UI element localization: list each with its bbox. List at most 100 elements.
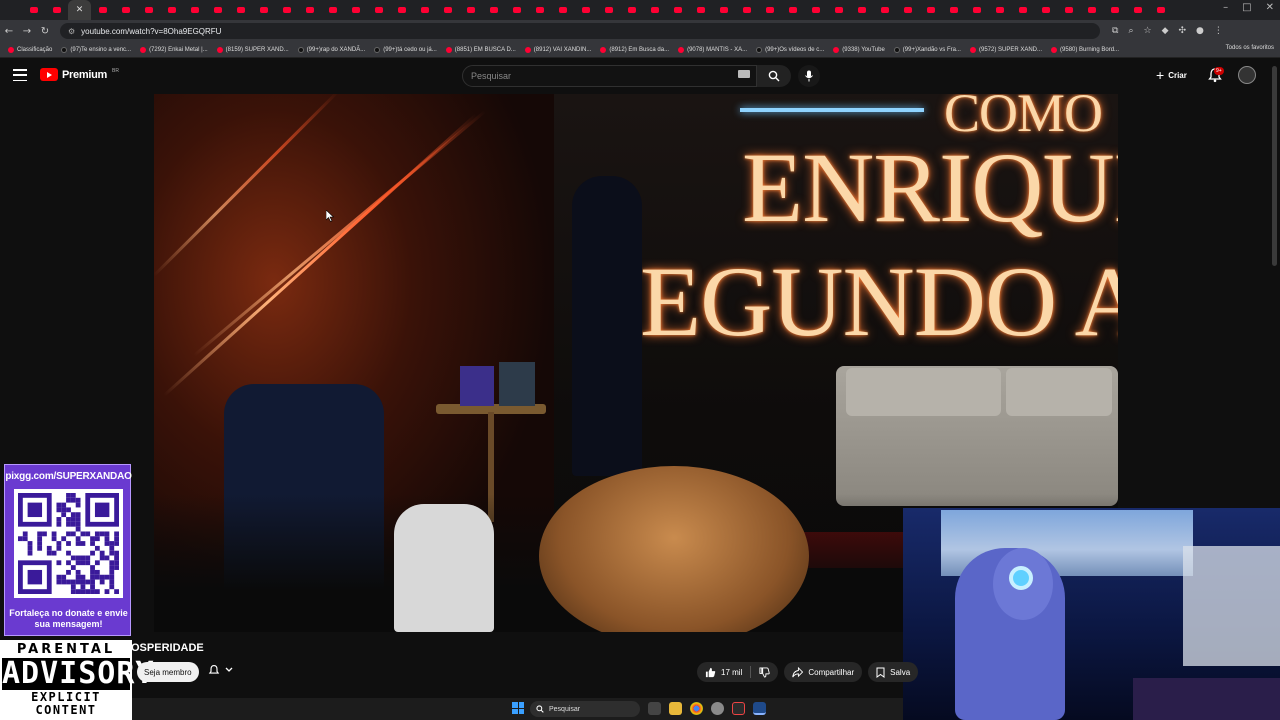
browser-tab[interactable]	[114, 0, 137, 20]
join-member-button[interactable]: Seja membro	[137, 662, 199, 682]
bookmark-item[interactable]: (99+)rap do XANDÃ...	[297, 46, 365, 53]
save-button[interactable]: Salva	[868, 662, 919, 682]
share-button[interactable]: Compartilhar	[784, 662, 863, 682]
browser-tab[interactable]	[528, 0, 551, 20]
browser-tab[interactable]	[620, 0, 643, 20]
browser-tab[interactable]	[919, 0, 942, 20]
minimize-icon[interactable]: –	[1223, 2, 1228, 13]
youtube-logo[interactable]: Premium BR	[40, 68, 119, 81]
bookmark-item[interactable]: (99+)Os vídeos de c...	[756, 46, 824, 53]
bookmark-item[interactable]: (9078) MANTIS - XA...	[678, 46, 747, 53]
browser-tab[interactable]	[298, 0, 321, 20]
bookmark-item[interactable]: (9338) YouTube	[833, 46, 885, 53]
browser-tab[interactable]	[229, 0, 252, 20]
browser-tab[interactable]	[758, 0, 781, 20]
voice-search-button[interactable]	[798, 65, 820, 87]
browser-tab[interactable]	[344, 0, 367, 20]
windows-start-icon[interactable]	[512, 702, 524, 714]
browser-tab[interactable]	[666, 0, 689, 20]
browser-tab[interactable]	[459, 0, 482, 20]
browser-tab[interactable]	[413, 0, 436, 20]
keyboard-icon[interactable]	[738, 70, 750, 78]
bookmark-item[interactable]: (7292) Enkai Metal |...	[140, 46, 208, 53]
extensions-puzzle-icon[interactable]: ✣	[1178, 26, 1186, 36]
browser-tab[interactable]	[436, 0, 459, 20]
browser-tab[interactable]	[735, 0, 758, 20]
browser-tab[interactable]	[1080, 0, 1103, 20]
browser-tab[interactable]	[91, 0, 114, 20]
obs-icon[interactable]	[732, 702, 745, 715]
close-tab-icon[interactable]: ✕	[76, 5, 84, 15]
bookmark-item[interactable]: (99+)tá cedo ou já...	[374, 46, 437, 53]
browser-tab[interactable]	[206, 0, 229, 20]
browser-tab[interactable]	[712, 0, 735, 20]
profile-icon[interactable]: ●	[1196, 26, 1204, 36]
menu-dots-icon[interactable]: ⋮	[1214, 26, 1223, 36]
bookmark-item[interactable]: (9580) Burning Bord...	[1051, 46, 1119, 53]
browser-tab[interactable]	[252, 0, 275, 20]
steam-icon[interactable]	[753, 702, 766, 715]
browser-tab[interactable]	[505, 0, 528, 20]
chrome-icon[interactable]	[690, 702, 703, 715]
browser-tab[interactable]	[367, 0, 390, 20]
task-view-icon[interactable]	[648, 702, 661, 715]
browser-tab[interactable]	[551, 0, 574, 20]
bookmark-item[interactable]: (9572) SUPER XAND...	[969, 46, 1042, 53]
browser-tab[interactable]	[1057, 0, 1080, 20]
back-icon[interactable]: ←	[0, 26, 18, 37]
browser-tab[interactable]	[689, 0, 712, 20]
thumbs-down-icon[interactable]	[759, 666, 771, 678]
browser-tab[interactable]	[781, 0, 804, 20]
close-window-icon[interactable]: ✕	[1266, 2, 1274, 13]
bookmark-item[interactable]: Classificação	[8, 46, 52, 53]
all-bookmarks[interactable]: Todos os favoritos	[1226, 45, 1274, 51]
settings-icon[interactable]	[711, 702, 724, 715]
browser-tab[interactable]	[22, 0, 45, 20]
browser-tab[interactable]	[965, 0, 988, 20]
browser-tab[interactable]	[873, 0, 896, 20]
browser-tab[interactable]	[1011, 0, 1034, 20]
browser-tab[interactable]	[1103, 0, 1126, 20]
file-explorer-icon[interactable]	[669, 702, 682, 715]
maximize-icon[interactable]: □	[1242, 2, 1251, 13]
create-button[interactable]: + Criar	[1156, 68, 1187, 82]
search-button[interactable]	[757, 65, 791, 87]
bookmark-item[interactable]: (97)Te ensino a venc...	[61, 46, 131, 53]
browser-tab[interactable]	[597, 0, 620, 20]
browser-tab[interactable]	[482, 0, 505, 20]
browser-tab[interactable]	[1034, 0, 1057, 20]
bookmark-item[interactable]: (8912) VAI XANDIN...	[524, 46, 591, 53]
page-scrollbar[interactable]	[1272, 66, 1277, 266]
menu-icon[interactable]	[13, 69, 27, 81]
browser-tab[interactable]	[827, 0, 850, 20]
notification-settings-button[interactable]	[208, 664, 233, 676]
url-input[interactable]: ⚙ youtube.com/watch?v=8Oha9EGQRFU	[60, 23, 1100, 39]
browser-tab[interactable]	[1126, 0, 1149, 20]
browser-tab[interactable]	[321, 0, 344, 20]
browser-tab[interactable]	[850, 0, 873, 20]
bookmark-item[interactable]: (99+)Xandão vs Fra...	[893, 46, 961, 53]
browser-tab[interactable]	[1149, 0, 1172, 20]
bookmark-item[interactable]: (8912) Em Busca da...	[600, 46, 669, 53]
site-info-icon[interactable]: ⚙	[68, 27, 75, 36]
browser-tab[interactable]	[390, 0, 413, 20]
search-input[interactable]: Pesquisar	[462, 65, 757, 87]
browser-tab[interactable]	[275, 0, 298, 20]
extension-icon[interactable]: ◆	[1162, 26, 1169, 36]
install-icon[interactable]: ⧉	[1112, 26, 1118, 36]
browser-tab[interactable]	[988, 0, 1011, 20]
browser-tab[interactable]	[574, 0, 597, 20]
browser-tab[interactable]	[896, 0, 919, 20]
star-icon[interactable]: ☆	[1143, 26, 1151, 36]
browser-tab[interactable]	[137, 0, 160, 20]
reload-icon[interactable]: ↻	[36, 26, 54, 37]
browser-tab[interactable]	[45, 0, 68, 20]
browser-tab[interactable]	[183, 0, 206, 20]
forward-icon[interactable]: →	[18, 26, 36, 37]
zoom-icon[interactable]: ⌕	[1128, 26, 1133, 36]
browser-tab[interactable]	[160, 0, 183, 20]
taskbar-search-input[interactable]: Pesquisar	[530, 701, 640, 717]
bookmark-item[interactable]: (8159) SUPER XAND...	[216, 46, 289, 53]
browser-tab[interactable]	[804, 0, 827, 20]
like-button[interactable]: 17 mil	[697, 662, 779, 682]
